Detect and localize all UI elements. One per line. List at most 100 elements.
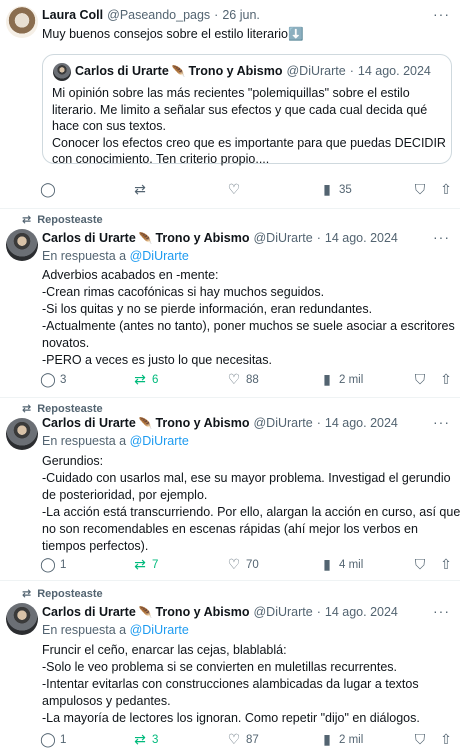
heart-icon: ♡: [227, 556, 241, 572]
tweet-carlos-fruncir[interactable]: ⇄ Reposteaste Carlos di Urarte 🪶 Trono y…: [0, 581, 460, 754]
views-button[interactable]: ▮ 4 mil: [319, 556, 363, 573]
quoted-author-name-suffix: Trono y Abismo: [188, 64, 283, 78]
author-name[interactable]: Carlos di Urarte: [42, 416, 136, 430]
quoted-author-handle: @DiUrarte: [286, 64, 346, 78]
author-handle[interactable]: @Paseando_pags: [107, 8, 210, 22]
speech-bubble-icon: ◯: [40, 181, 56, 197]
repost-arrows-icon: ⇄: [134, 371, 146, 387]
reply-button[interactable]: ◯ 1: [40, 556, 66, 573]
bookmark-button[interactable]: ⛉: [412, 371, 432, 388]
feather-icon: 🪶: [171, 65, 186, 78]
repost-button[interactable]: ⇄ 7: [132, 556, 158, 573]
more-options-icon[interactable]: ···: [433, 229, 450, 245]
share-button[interactable]: ⇧: [438, 731, 458, 748]
share-upload-icon: ⇧: [440, 181, 452, 197]
views-button[interactable]: ▮ 2 mil: [319, 731, 363, 748]
speech-bubble-icon: ◯: [40, 731, 56, 747]
speech-bubble-icon: ◯: [40, 371, 56, 387]
reply-button[interactable]: ◯ 3: [40, 371, 66, 388]
share-button[interactable]: ⇧: [438, 181, 458, 198]
avatar[interactable]: [6, 418, 38, 450]
repost-button[interactable]: ⇄ 6: [132, 371, 158, 388]
tweet-text: Adverbios acabados en -mente: -Crean rim…: [42, 268, 455, 367]
share-upload-icon: ⇧: [440, 371, 452, 387]
feather-icon: 🪶: [138, 232, 153, 245]
like-button[interactable]: ♡: [226, 181, 246, 198]
avatar[interactable]: [6, 603, 38, 635]
bookmark-button[interactable]: ⛉: [412, 181, 432, 198]
separator-dot: ·: [316, 416, 321, 430]
separator-dot: ·: [349, 64, 354, 78]
tweet-carlos-adverbios[interactable]: ⇄ Reposteaste Carlos di Urarte 🪶 Trono y…: [0, 209, 460, 397]
quoted-avatar: [53, 63, 71, 81]
like-button[interactable]: ♡ 70: [226, 556, 259, 573]
repost-indicator: ⇄ Reposteaste: [22, 587, 103, 601]
more-options-icon[interactable]: ···: [433, 603, 450, 619]
separator-dot: ·: [316, 231, 321, 245]
more-options-icon[interactable]: ···: [433, 6, 450, 22]
tweet-carlos-gerundios[interactable]: ⇄ Reposteaste Carlos di Urarte 🪶 Trono y…: [0, 398, 460, 580]
repost-arrows-icon: ⇄: [22, 214, 32, 226]
tweet-laura-coll[interactable]: Laura Coll @Paseando_pags · 26 jun. ··· …: [0, 0, 460, 208]
views-button[interactable]: ▮ 35: [319, 181, 352, 198]
tweet-date[interactable]: 14 ago. 2024: [325, 605, 398, 619]
tweet-text: Fruncir el ceño, enarcar las cejas, blab…: [42, 643, 420, 725]
bar-chart-icon: ▮: [323, 371, 331, 387]
feather-icon: 🪶: [138, 417, 153, 430]
repost-indicator: ⇄ Reposteaste: [22, 402, 103, 416]
reply-context: En respuesta a @DiUrarte: [42, 434, 189, 448]
quoted-date: 14 ago. 2024: [357, 64, 431, 78]
reply-to-link[interactable]: @DiUrarte: [130, 623, 189, 637]
like-button[interactable]: ♡ 87: [226, 731, 259, 748]
avatar[interactable]: [6, 6, 38, 38]
tweet-date[interactable]: 14 ago. 2024: [325, 231, 398, 245]
tweet-date[interactable]: 14 ago. 2024: [325, 416, 398, 430]
author-name[interactable]: Carlos di Urarte: [42, 605, 136, 619]
heart-icon: ♡: [227, 731, 241, 747]
author-handle[interactable]: @DiUrarte: [253, 605, 312, 619]
feather-icon: 🪶: [138, 606, 153, 619]
repost-button[interactable]: ⇄ 3: [132, 731, 158, 748]
reply-to-link[interactable]: @DiUrarte: [130, 249, 189, 263]
share-button[interactable]: ⇧: [438, 556, 458, 573]
action-bar: ◯ 3 ⇄ 6 ♡ 88 ▮ 2 mil ⛉ ⇧: [36, 371, 456, 389]
share-upload-icon: ⇧: [440, 731, 452, 747]
reply-to-link[interactable]: @DiUrarte: [130, 434, 189, 448]
bookmark-button[interactable]: ⛉: [412, 731, 432, 748]
author-handle[interactable]: @DiUrarte: [253, 416, 312, 430]
share-button[interactable]: ⇧: [438, 371, 458, 388]
author-name[interactable]: Laura Coll: [42, 8, 103, 22]
action-bar: ◯ 1 ⇄ 7 ♡ 70 ▮ 4 mil ⛉ ⇧: [36, 556, 456, 574]
views-button[interactable]: ▮ 2 mil: [319, 371, 363, 388]
author-name-suffix[interactable]: Trono y Abismo: [155, 231, 249, 245]
repost-arrows-icon: ⇄: [134, 731, 146, 747]
heart-icon: ♡: [227, 181, 241, 197]
bar-chart-icon: ▮: [323, 556, 331, 572]
repost-arrows-icon: ⇄: [134, 556, 146, 572]
bookmark-icon: ⛉: [414, 371, 426, 387]
reply-button[interactable]: ◯ 1: [40, 731, 66, 748]
repost-indicator: ⇄ Reposteaste: [22, 213, 103, 227]
reply-button[interactable]: ◯: [40, 181, 60, 198]
quoted-tweet[interactable]: Carlos di Urarte 🪶 Trono y Abismo @DiUra…: [42, 54, 452, 166]
bookmark-icon: ⛉: [414, 731, 426, 747]
repost-arrows-icon: ⇄: [22, 403, 32, 415]
bar-chart-icon: ▮: [323, 181, 331, 197]
tweet-date[interactable]: 26 jun.: [222, 8, 260, 22]
bookmark-button[interactable]: ⛉: [412, 556, 432, 573]
avatar[interactable]: [6, 229, 38, 261]
repost-button[interactable]: ⇄: [132, 181, 152, 198]
heart-icon: ♡: [227, 371, 241, 387]
author-name[interactable]: Carlos di Urarte: [42, 231, 136, 245]
author-name-suffix[interactable]: Trono y Abismo: [155, 416, 249, 430]
tweet-text: Muy buenos consejos sobre el estilo lite…: [42, 27, 304, 41]
author-handle[interactable]: @DiUrarte: [253, 231, 312, 245]
quoted-text: Mi opinión sobre las más recientes "pole…: [52, 86, 446, 166]
more-options-icon[interactable]: ···: [433, 414, 450, 430]
repost-arrows-icon: ⇄: [22, 588, 32, 600]
like-button[interactable]: ♡ 88: [226, 371, 259, 388]
reply-context: En respuesta a @DiUrarte: [42, 623, 189, 637]
quoted-author-name: Carlos di Urarte: [75, 64, 169, 78]
author-name-suffix[interactable]: Trono y Abismo: [155, 605, 249, 619]
separator-dot: ·: [316, 605, 321, 619]
